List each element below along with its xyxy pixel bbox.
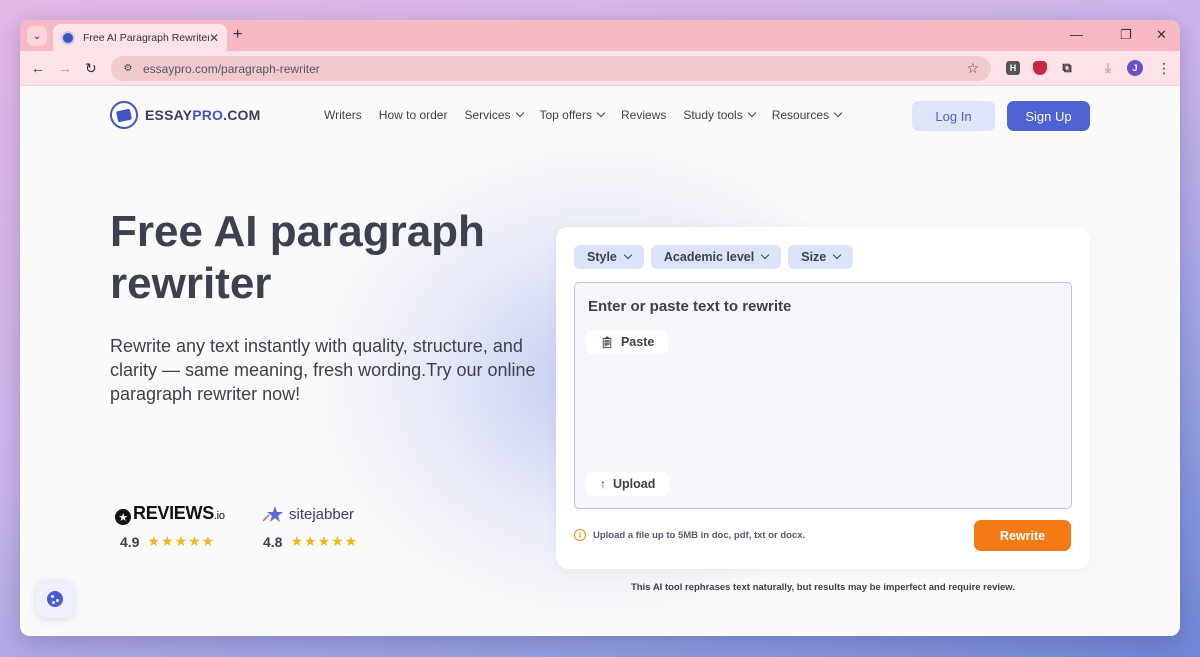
star-rating-icon: ★★★★★ [290,533,359,549]
hero-subtitle: Rewrite any text instantly with quality,… [110,336,536,404]
bookmark-star-icon[interactable]: ☆ [966,60,979,77]
rewrite-button[interactable]: Rewrite [974,520,1071,551]
url-text: essaypro.com/paragraph-rewriter [143,61,320,76]
site-favicon-icon [61,30,75,45]
upload-hint: i Upload a file up to 5MB in doc, pdf, t… [574,529,805,541]
browser-window: ⌄ Free AI Paragraph Rewriter ✕ + — ❐ ✕ ←… [20,20,1180,636]
main-nav: Writers How to order Services Top offers… [324,108,843,122]
upload-arrow-icon: ↑ [600,477,606,491]
tab-search-chevron-icon[interactable]: ⌄ [27,26,47,46]
logo-mark-icon [110,101,138,129]
downloads-icon[interactable]: ⤓ [1101,60,1115,75]
input-placeholder: Enter or paste text to rewrite [588,298,792,315]
page-content: ESSAYPRO.COM Writers How to order Servic… [20,86,1180,636]
signup-button[interactable]: Sign Up [1007,101,1090,131]
nav-services[interactable]: Services [464,108,524,122]
nav-top-offers[interactable]: Top offers [540,108,606,122]
chevron-down-icon [833,250,842,260]
address-bar[interactable]: ⚙ essaypro.com/paragraph-rewriter ☆ [111,56,991,81]
nav-study-tools[interactable]: Study tools [683,108,756,122]
paste-button[interactable]: 📋︎ Paste [586,330,669,354]
browser-toolbar: ← → ↻ ⚙ essaypro.com/paragraph-rewriter … [20,51,1180,86]
chevron-down-icon [596,108,606,118]
rating-sitejabber[interactable]: sitejabber 4.8 ★★★★★ [263,503,358,550]
reload-icon[interactable]: ↻ [85,60,97,77]
style-dropdown[interactable]: Style [574,245,644,269]
essaypro-logo[interactable]: ESSAYPRO.COM [110,101,261,129]
nav-how-to-order[interactable]: How to order [379,108,448,122]
chevron-down-icon [833,108,843,118]
page-title: Free AI paragraph rewriter [110,207,485,308]
reviewsio-logo: ★ REVIEWS.io [115,503,225,526]
forward-icon[interactable]: → [58,60,72,76]
logo-text: ESSAYPRO.COM [145,107,261,123]
minimize-icon[interactable]: — [1070,27,1083,42]
login-button[interactable]: Log In [912,101,995,131]
chevron-down-icon [623,250,633,260]
chevron-down-icon [760,250,770,260]
browser-tab[interactable]: Free AI Paragraph Rewriter ✕ [53,24,227,51]
profile-avatar[interactable]: J [1127,60,1143,76]
extension-h-icon[interactable]: H [1006,61,1020,75]
new-tab-icon[interactable]: + [233,26,242,44]
size-dropdown[interactable]: Size [788,245,854,269]
ai-disclaimer: This AI tool rephrases text naturally, b… [631,582,1015,593]
rating-score: 4.8 [263,533,283,550]
star-rating-icon: ★★★★★ [147,533,216,549]
text-input-area[interactable]: Enter or paste text to rewrite 📋︎ Paste … [574,282,1072,509]
tab-strip: ⌄ Free AI Paragraph Rewriter ✕ + — ❐ ✕ [20,20,1180,51]
extensions-puzzle-icon[interactable]: ⧉ [1060,60,1074,75]
shield-extension-icon[interactable] [1033,61,1047,75]
chevron-down-icon [515,108,524,118]
cookie-icon [47,591,63,607]
info-icon: i [574,529,586,541]
close-window-icon[interactable]: ✕ [1156,27,1167,43]
rating-score: 4.9 [120,533,140,550]
rewriter-card: Style Academic level Size Enter or paste… [556,227,1090,569]
back-icon[interactable]: ← [31,60,45,76]
rating-reviewsio[interactable]: ★ REVIEWS.io 4.9 ★★★★★ [115,503,225,550]
rewrite-options: Style Academic level Size [574,245,854,269]
menu-kebab-icon[interactable]: ⋮ [1157,60,1171,77]
nav-resources[interactable]: Resources [772,108,843,122]
star-badge-icon: ★ [115,509,131,526]
nav-reviews[interactable]: Reviews [621,108,666,122]
upload-button[interactable]: ↑ Upload [586,472,670,496]
clipboard-icon: 📋︎ [600,336,614,349]
sitejabber-star-icon [263,506,283,522]
academic-level-dropdown[interactable]: Academic level [650,245,782,269]
tab-title: Free AI Paragraph Rewriter [83,31,209,44]
nav-writers[interactable]: Writers [324,108,362,122]
chevron-down-icon [747,108,756,118]
sitejabber-logo: sitejabber [263,503,358,525]
close-tab-icon[interactable]: ✕ [209,31,219,45]
restore-icon[interactable]: ❐ [1120,27,1132,43]
site-info-icon[interactable]: ⚙ [121,62,135,76]
cookie-settings-button[interactable] [36,580,74,618]
